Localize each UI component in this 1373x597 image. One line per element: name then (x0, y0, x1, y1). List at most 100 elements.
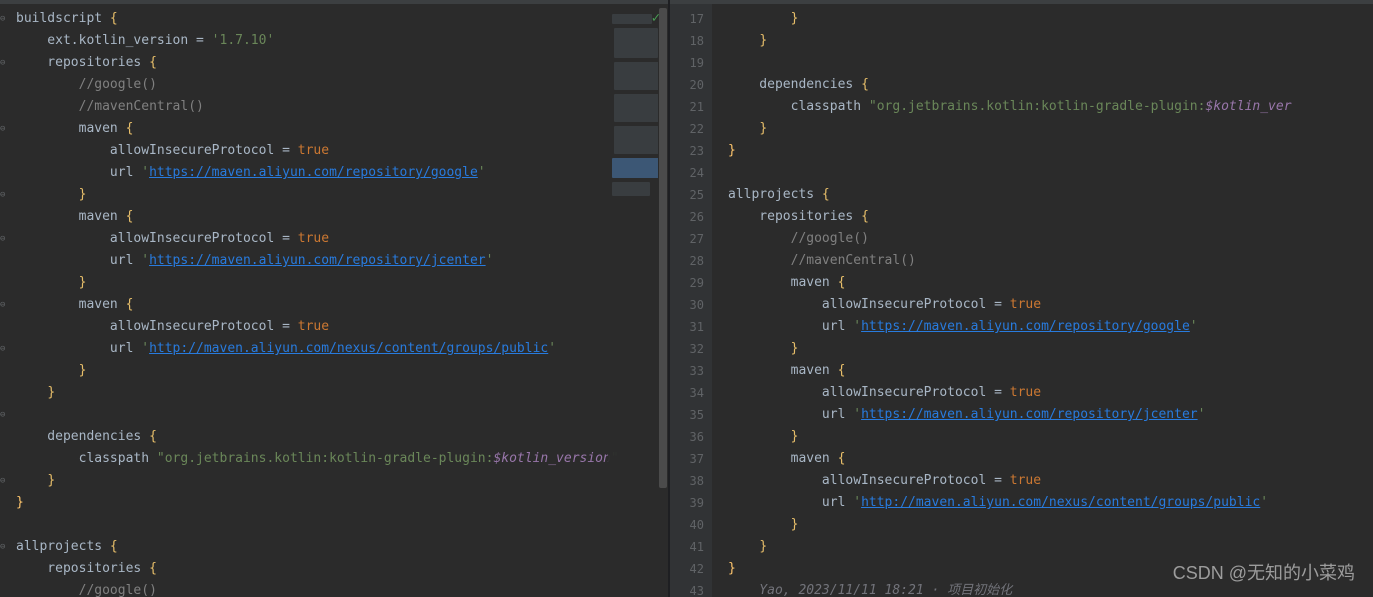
fold-toggle[interactable] (0, 162, 4, 184)
fold-toggle[interactable] (712, 426, 716, 448)
code-line[interactable]: Yao, 2023/11/11 18:21 · 项目初始化 (728, 580, 1373, 597)
fold-toggle[interactable] (712, 536, 716, 558)
fold-toggle[interactable] (712, 382, 716, 404)
right-code[interactable]: } } dependencies { classpath "org.jetbra… (724, 4, 1373, 597)
fold-toggle[interactable] (0, 580, 4, 597)
fold-toggle[interactable] (0, 448, 4, 470)
fold-toggle[interactable] (0, 96, 4, 118)
code-line[interactable]: allprojects { (16, 536, 668, 558)
line-number[interactable]: 42 (670, 558, 704, 580)
line-number[interactable]: 27 (670, 228, 704, 250)
code-line[interactable]: //google() (16, 580, 668, 597)
left-fold-gutter[interactable]: ⊖⊖⊖⊖⊖⊖⊖⊖⊖⊖ (0, 4, 12, 597)
fold-toggle[interactable] (712, 118, 716, 140)
code-line[interactable]: } (728, 140, 1373, 162)
fold-toggle[interactable] (712, 74, 716, 96)
code-line[interactable]: //mavenCentral() (16, 96, 668, 118)
code-line[interactable]: allowInsecureProtocol = true (16, 140, 668, 162)
right-editor-area[interactable]: 1718192021222324252627282930313233343536… (670, 4, 1373, 597)
line-number[interactable]: 31 (670, 316, 704, 338)
code-line[interactable]: } (728, 558, 1373, 580)
line-number[interactable]: 39 (670, 492, 704, 514)
fold-toggle[interactable] (712, 272, 716, 294)
code-line[interactable]: url 'http://maven.aliyun.com/nexus/conte… (16, 338, 668, 360)
code-line[interactable]: classpath "org.jetbrains.kotlin:kotlin-g… (728, 96, 1373, 118)
line-number[interactable]: 20 (670, 74, 704, 96)
code-line[interactable]: allowInsecureProtocol = true (16, 316, 668, 338)
code-line[interactable]: ext.kotlin_version = '1.7.10' (16, 30, 668, 52)
fold-toggle[interactable]: ⊖ (0, 118, 4, 140)
fold-toggle[interactable]: ⊖ (0, 228, 4, 250)
right-fold-gutter[interactable] (712, 4, 724, 597)
code-line[interactable]: dependencies { (728, 74, 1373, 96)
fold-toggle[interactable] (712, 470, 716, 492)
fold-toggle[interactable]: ⊖ (0, 536, 4, 558)
line-number[interactable]: 34 (670, 382, 704, 404)
fold-toggle[interactable] (712, 404, 716, 426)
code-line[interactable]: url 'https://maven.aliyun.com/repository… (16, 162, 668, 184)
line-number[interactable]: 35 (670, 404, 704, 426)
fold-toggle[interactable] (712, 162, 716, 184)
code-line[interactable]: maven { (728, 272, 1373, 294)
left-scrollbar-thumb[interactable] (659, 8, 667, 488)
line-number[interactable]: 40 (670, 514, 704, 536)
left-code[interactable]: buildscript { ext.kotlin_version = '1.7.… (12, 4, 668, 597)
left-scrollbar[interactable] (658, 8, 668, 597)
fold-toggle[interactable] (0, 206, 4, 228)
line-number[interactable]: 37 (670, 448, 704, 470)
code-line[interactable]: repositories { (728, 206, 1373, 228)
code-line[interactable]: url 'http://maven.aliyun.com/nexus/conte… (728, 492, 1373, 514)
fold-toggle[interactable] (712, 140, 716, 162)
code-line[interactable]: } (16, 470, 668, 492)
code-line[interactable]: } (728, 118, 1373, 140)
line-number[interactable]: 41 (670, 536, 704, 558)
code-line[interactable]: } (728, 30, 1373, 52)
fold-toggle[interactable] (712, 206, 716, 228)
code-line[interactable] (16, 404, 668, 426)
code-line[interactable]: allowInsecureProtocol = true (728, 294, 1373, 316)
code-line[interactable]: //mavenCentral() (728, 250, 1373, 272)
code-line[interactable]: } (728, 426, 1373, 448)
fold-toggle[interactable] (0, 250, 4, 272)
code-line[interactable]: buildscript { (16, 8, 668, 30)
fold-toggle[interactable] (712, 8, 716, 30)
line-number[interactable]: 38 (670, 470, 704, 492)
fold-toggle[interactable] (712, 316, 716, 338)
line-number[interactable]: 26 (670, 206, 704, 228)
fold-toggle[interactable] (712, 492, 716, 514)
fold-toggle[interactable]: ⊖ (0, 470, 4, 492)
line-number[interactable]: 18 (670, 30, 704, 52)
code-line[interactable]: } (728, 514, 1373, 536)
fold-toggle[interactable] (712, 558, 716, 580)
fold-toggle[interactable] (0, 426, 4, 448)
fold-toggle[interactable]: ⊖ (0, 52, 4, 74)
fold-toggle[interactable] (0, 74, 4, 96)
fold-toggle[interactable] (712, 228, 716, 250)
fold-toggle[interactable]: ⊖ (0, 338, 4, 360)
fold-toggle[interactable] (712, 294, 716, 316)
fold-toggle[interactable] (712, 338, 716, 360)
fold-toggle[interactable] (0, 272, 4, 294)
fold-toggle[interactable] (0, 316, 4, 338)
line-number[interactable]: 23 (670, 140, 704, 162)
line-number[interactable]: 32 (670, 338, 704, 360)
code-line[interactable]: dependencies { (16, 426, 668, 448)
code-line[interactable]: } (16, 382, 668, 404)
fold-toggle[interactable] (712, 30, 716, 52)
code-line[interactable] (16, 514, 668, 536)
fold-toggle[interactable]: ⊖ (0, 8, 4, 30)
line-number[interactable]: 30 (670, 294, 704, 316)
code-line[interactable]: } (728, 536, 1373, 558)
right-line-gutter[interactable]: 1718192021222324252627282930313233343536… (670, 4, 712, 597)
fold-toggle[interactable] (0, 140, 4, 162)
code-line[interactable] (728, 162, 1373, 184)
line-number[interactable]: 33 (670, 360, 704, 382)
left-editor-area[interactable]: ⊖⊖⊖⊖⊖⊖⊖⊖⊖⊖ buildscript { ext.kotlin_vers… (0, 4, 668, 597)
fold-toggle[interactable] (712, 514, 716, 536)
fold-toggle[interactable] (712, 448, 716, 470)
line-number[interactable]: 25 (670, 184, 704, 206)
fold-toggle[interactable] (712, 250, 716, 272)
fold-toggle[interactable] (0, 558, 4, 580)
line-number[interactable]: 21 (670, 96, 704, 118)
code-line[interactable]: url 'https://maven.aliyun.com/repository… (16, 250, 668, 272)
